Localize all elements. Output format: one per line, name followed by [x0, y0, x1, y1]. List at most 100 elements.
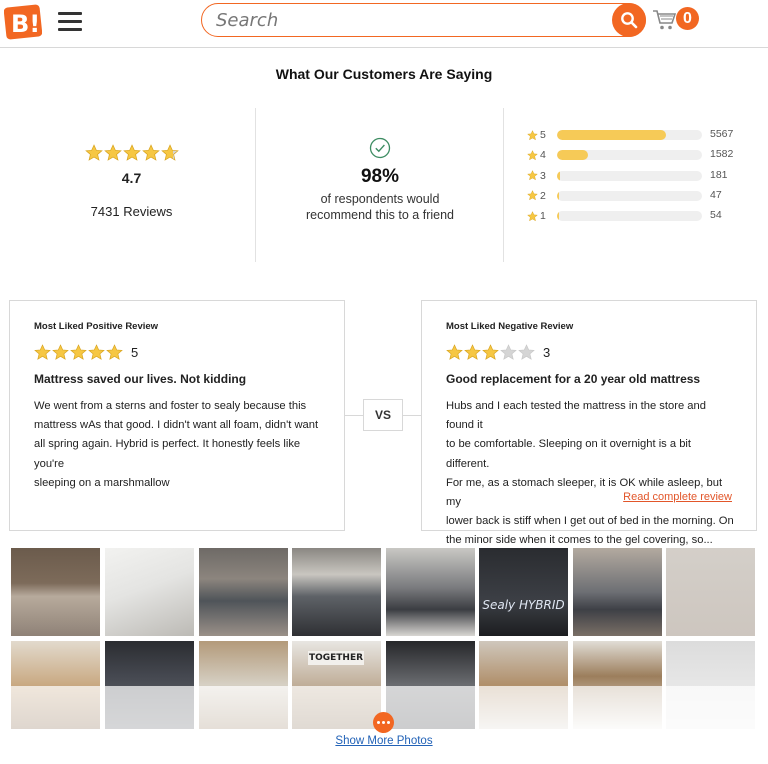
rating-bar-count: 1582 — [710, 148, 734, 161]
rating-bar-stars: 1 — [540, 210, 546, 223]
vs-badge: VS — [363, 399, 403, 431]
review-line: lower back is stiff when I get out of be… — [446, 515, 734, 528]
rating-bar-label: 4 — [527, 149, 557, 161]
review-line: mattress wAs that good. I didn't want al… — [34, 419, 319, 432]
rating-bar-fill — [557, 130, 666, 140]
customer-photo[interactable] — [11, 548, 100, 636]
cart-icon[interactable] — [652, 9, 676, 31]
review-rating: 5 — [131, 345, 139, 360]
star-icon — [464, 344, 481, 360]
recommend-percent: 98% — [360, 166, 400, 187]
review-stars: 5 — [34, 344, 344, 361]
customer-photo[interactable] — [105, 548, 194, 636]
rating-bar-count: 54 — [710, 209, 722, 222]
customer-photo[interactable] — [292, 548, 381, 636]
star-icon — [85, 144, 103, 161]
review-count[interactable]: 7431 Reviews — [0, 204, 263, 219]
review-line: Hubs and I each tested the mattress in t… — [446, 400, 706, 432]
average-rating-value: 4.7 — [121, 170, 142, 186]
star-icon — [123, 144, 141, 161]
rating-bar-count: 181 — [710, 168, 728, 181]
rating-bar-row[interactable]: 5 5567 — [527, 128, 757, 142]
rating-bar-stars: 5 — [540, 129, 546, 141]
star-icon — [88, 344, 105, 360]
review-line: all spring again. Hybrid is perfect. It … — [34, 438, 301, 470]
star-icon — [482, 344, 499, 360]
rating-bar-track — [557, 130, 702, 140]
rating-bar-row[interactable]: 4 1582 — [527, 148, 757, 162]
rating-bar-count: 47 — [710, 188, 722, 201]
rating-bar-label: 5 — [527, 129, 557, 141]
star-icon — [527, 149, 538, 161]
photo-caption-text: Sealy HYBRID — [482, 598, 565, 612]
star-icon — [527, 210, 538, 221]
rating-bar-track — [557, 150, 702, 161]
rating-bar-stars: 3 — [540, 169, 546, 182]
star-icon — [142, 144, 160, 161]
rating-bar-fill — [557, 190, 559, 201]
search-button[interactable] — [612, 3, 646, 37]
star-icon — [527, 129, 538, 140]
review-line: sleeping on a marshmallow — [34, 476, 170, 489]
rating-bar-track — [557, 170, 702, 181]
rating-bar-stars: 4 — [540, 149, 546, 162]
more-icon[interactable] — [373, 712, 394, 733]
rating-bar-track — [557, 190, 702, 201]
photo-caption-text: TOGETHER — [308, 651, 364, 665]
search-icon — [621, 12, 638, 29]
search-bar — [201, 3, 646, 37]
star-icon — [52, 344, 69, 360]
review-kicker: Most Liked Negative Review — [446, 321, 574, 332]
positive-review-card: Most Liked Positive Review 5 Mattress sa… — [9, 300, 345, 531]
recommend-text: of respondents would recommend this to a… — [256, 192, 504, 223]
negative-review-card: Most Liked Negative Review 3 Good replac… — [421, 300, 757, 546]
customer-photo[interactable]: Sealy HYBRID — [479, 548, 568, 636]
menu-icon[interactable] — [58, 12, 82, 32]
cart-count-badge[interactable]: 0 — [676, 7, 699, 30]
recommend-text-line: of respondents would — [320, 192, 440, 206]
rating-bar-row[interactable]: 2 47 — [527, 189, 757, 203]
review-line: We went from a sterns and foster to seal… — [34, 400, 307, 412]
logo-text: B! — [11, 10, 40, 38]
rating-bar-label: 1 — [527, 210, 557, 222]
rating-bar-stars: 2 — [540, 189, 546, 202]
rating-bar-fill — [557, 211, 559, 222]
customer-photo[interactable] — [573, 548, 662, 636]
average-rating-stars — [85, 144, 179, 162]
review-kicker: Most Liked Positive Review — [34, 321, 159, 332]
rating-bar-label: 2 — [527, 190, 557, 202]
star-icon — [500, 344, 517, 360]
star-icon — [161, 144, 179, 161]
read-complete-review-link[interactable]: Read complete review — [623, 491, 732, 503]
rating-bar-count: 5567 — [710, 128, 734, 140]
star-icon — [70, 344, 87, 360]
review-stars: 3 — [446, 344, 756, 361]
review-line: to be comfortable. Sleeping on it overni… — [446, 438, 692, 470]
recommend-text-line: recommend this to a friend — [306, 207, 454, 222]
logo-icon[interactable]: B! — [4, 2, 42, 40]
search-input[interactable] — [216, 9, 596, 31]
star-icon — [527, 170, 538, 181]
review-body: Hubs and I each tested the mattress in t… — [446, 397, 736, 551]
star-icon — [446, 344, 463, 360]
review-body: We went from a sterns and foster to seal… — [34, 397, 324, 493]
rating-bar-fill — [557, 150, 588, 161]
review-title: Mattress saved our lives. Not kidding — [34, 372, 247, 386]
star-icon — [527, 190, 538, 201]
customer-photo[interactable] — [666, 548, 755, 636]
customer-photo[interactable] — [199, 548, 288, 636]
customer-photo[interactable] — [386, 548, 475, 636]
rating-bar-label: 3 — [527, 170, 557, 182]
show-more-photos-link[interactable]: Show More Photos — [0, 735, 768, 747]
rating-bar-row[interactable]: 1 54 — [527, 209, 757, 223]
star-icon — [34, 344, 51, 360]
rating-bar-row[interactable]: 3 181 — [527, 169, 757, 183]
rating-bar-fill — [557, 170, 561, 181]
site-header: B! 0 — [0, 0, 768, 48]
review-rating: 3 — [543, 345, 551, 360]
section-title: What Our Customers Are Saying — [275, 66, 493, 82]
star-icon — [104, 144, 122, 161]
rating-bar-track — [557, 211, 702, 222]
check-circle-icon — [369, 137, 391, 159]
star-icon — [106, 344, 123, 360]
